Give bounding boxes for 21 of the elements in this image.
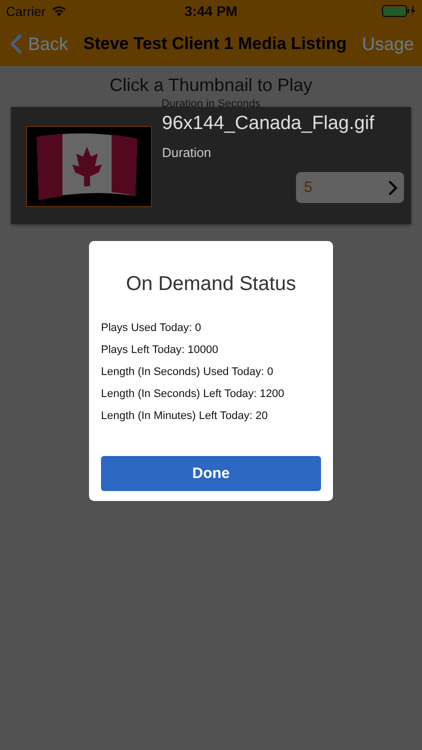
dialog-title: On Demand Status (124, 273, 298, 296)
duration-label: Duration (162, 145, 212, 160)
done-button[interactable]: Done (101, 456, 321, 491)
media-name: 96x144_Canada_Flag.gif (162, 113, 376, 135)
page-subheading: Duration in Seconds (161, 98, 261, 110)
status-time: 3:44 PM (184, 3, 238, 19)
back-chevron-icon (10, 34, 22, 54)
status-line: Plays Used Today: 0 (101, 321, 202, 335)
back-button[interactable]: Back (10, 34, 68, 54)
battery-icon (382, 5, 416, 17)
status-line: Length (In Seconds) Used Today: 0 (101, 365, 274, 379)
carrier-label: Carrier (6, 4, 46, 18)
status-line: Plays Left Today: 10000 (101, 343, 220, 357)
chevron-right-icon (388, 180, 398, 196)
usage-button[interactable]: Usage (362, 34, 414, 54)
status-line: Length (In Seconds) Left Today: 1200 (101, 387, 286, 401)
duration-button[interactable]: 5 (296, 172, 404, 203)
status-line: Length (In Minutes) Left Today: 20 (101, 409, 269, 423)
wifi-icon (50, 5, 67, 17)
page-heading: Click a Thumbnail to Play (110, 75, 312, 96)
nav-title: Steve Test Client 1 Media Listing (83, 34, 347, 54)
